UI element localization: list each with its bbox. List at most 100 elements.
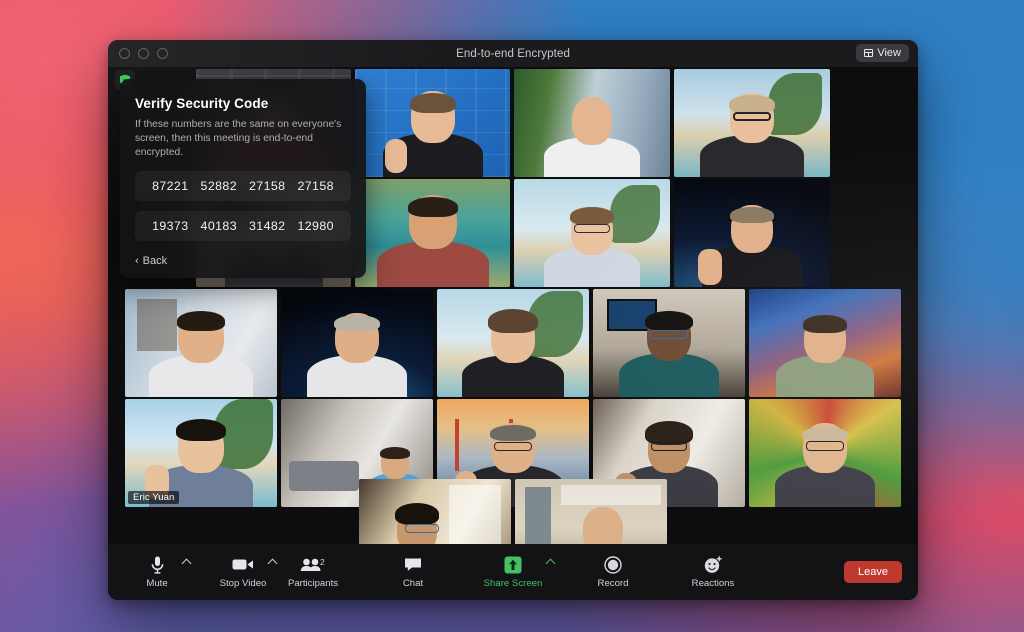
person-hand: [385, 139, 407, 173]
door: [525, 487, 551, 544]
security-code-5: 19373: [152, 218, 189, 233]
participant-tile-9[interactable]: [125, 289, 277, 397]
participant-tile-7[interactable]: [514, 179, 670, 287]
security-code-row-1: 87221 52882 27158 27158: [135, 170, 351, 201]
person-hair: [334, 315, 380, 331]
participant-tile-11[interactable]: [437, 289, 589, 397]
participant-tile-3[interactable]: [514, 69, 670, 177]
security-panel-title: Verify Security Code: [135, 96, 269, 111]
person-hair: [730, 207, 774, 223]
share-screen-button[interactable]: Share Screen: [482, 556, 556, 589]
maximize-button[interactable]: [157, 48, 168, 59]
palm-tree: [768, 73, 822, 135]
bookshelf: [449, 485, 501, 544]
participant-tile-4[interactable]: [674, 69, 830, 177]
desktop-wallpaper: End-to-end Encrypted View Eric Yuan Veri…: [0, 0, 1024, 632]
window-controls[interactable]: [119, 48, 168, 59]
smiley-plus-icon: [704, 555, 723, 574]
gallery-row-3: [108, 289, 918, 397]
security-code-2: 52882: [200, 178, 237, 193]
participants-label: Participants: [287, 577, 339, 589]
video-camera-icon: [232, 556, 254, 574]
zoom-meeting-window: End-to-end Encrypted View Eric Yuan Veri…: [108, 40, 918, 600]
video-gallery: Eric Yuan Verify Security Code If these …: [108, 67, 918, 544]
participant-tile-13[interactable]: [749, 289, 901, 397]
reactions-label: Reactions: [691, 577, 735, 589]
chevron-left-icon: ‹: [135, 254, 139, 267]
meeting-toolbar: Mute Stop Video 2 Participants Chat Shar…: [108, 544, 918, 600]
leave-button-label: Leave: [858, 566, 888, 578]
video-options-caret[interactable]: [267, 558, 278, 568]
security-code-row-2: 19373 40183 31482 12980: [135, 210, 351, 241]
participant-tile-8[interactable]: [674, 179, 830, 287]
person-hair: [490, 425, 536, 441]
window-titlebar: End-to-end Encrypted View: [108, 40, 918, 67]
stop-video-button[interactable]: Stop Video: [212, 556, 278, 589]
person-hair: [176, 419, 226, 441]
eyeglasses: [806, 441, 844, 451]
record-label: Record: [597, 577, 629, 589]
person-hair: [803, 315, 847, 333]
participants-count: 2: [320, 556, 325, 567]
speech-bubble-icon: [404, 556, 422, 574]
reactions-button[interactable]: Reactions: [682, 555, 744, 589]
grid-icon: [864, 49, 874, 57]
person-hair: [407, 197, 458, 217]
person-head: [572, 97, 612, 145]
person-hair: [729, 95, 775, 113]
leave-button[interactable]: Leave: [844, 561, 902, 583]
share-screen-options-caret[interactable]: [545, 558, 556, 568]
participant-tile-12[interactable]: [593, 289, 745, 397]
person-hair: [570, 207, 614, 225]
security-code-4: 27158: [297, 178, 334, 193]
mute-button[interactable]: Mute: [126, 556, 192, 589]
chat-label: Chat: [402, 577, 424, 589]
verify-security-code-panel: Verify Security Code If these numbers ar…: [120, 79, 366, 278]
view-button-label: View: [877, 47, 901, 59]
participant-tile-18[interactable]: [359, 479, 511, 544]
person-hair: [645, 311, 693, 331]
share-arrow-up-icon: [504, 556, 522, 574]
security-code-6: 40183: [200, 218, 237, 233]
mute-options-caret[interactable]: [181, 558, 192, 568]
eyeglasses: [650, 330, 688, 339]
participant-tile-10[interactable]: [281, 289, 433, 397]
person-hair: [409, 93, 456, 113]
eyeglasses: [494, 442, 532, 451]
participant-tile-19[interactable]: [515, 479, 667, 544]
eyeglasses: [574, 224, 610, 233]
mute-label: Mute: [146, 577, 168, 589]
participant-tile-6[interactable]: [355, 179, 510, 287]
participants-button[interactable]: 2 Participants: [282, 556, 344, 589]
microphone-icon: [151, 556, 164, 574]
window-title: End-to-end Encrypted: [456, 47, 570, 60]
back-button[interactable]: ‹ Back: [135, 255, 351, 267]
person-hair: [488, 309, 538, 333]
shelf: [137, 299, 177, 351]
eyeglasses: [651, 442, 687, 451]
eyeglasses: [404, 524, 439, 533]
record-circle-icon: [604, 555, 622, 574]
chat-button[interactable]: Chat: [382, 556, 444, 589]
minimize-button[interactable]: [138, 48, 149, 59]
close-button[interactable]: [119, 48, 130, 59]
back-button-label: Back: [142, 254, 168, 267]
person-hair: [380, 447, 410, 459]
record-button[interactable]: Record: [582, 555, 644, 589]
view-button[interactable]: View: [856, 44, 909, 62]
palm-tree: [610, 185, 660, 243]
share-screen-label: Share Screen: [483, 577, 543, 589]
person-hair: [802, 427, 848, 441]
security-code-1: 87221: [152, 178, 189, 193]
person-hair: [394, 503, 439, 525]
security-code-7: 31482: [249, 218, 286, 233]
toolbar-left-group: Mute Stop Video: [126, 556, 278, 589]
person-hair: [177, 311, 225, 331]
participant-tile-2[interactable]: [355, 69, 510, 177]
stop-video-label: Stop Video: [219, 577, 267, 589]
security-code-3: 27158: [249, 178, 286, 193]
security-code-8: 12980: [297, 218, 334, 233]
eyeglasses: [733, 112, 771, 121]
person-hand: [698, 249, 722, 285]
person-head: [583, 507, 624, 544]
